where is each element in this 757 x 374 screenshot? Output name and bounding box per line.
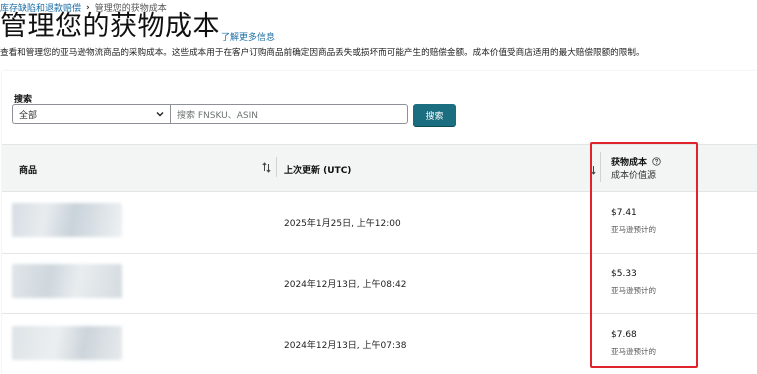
search-scope-select[interactable]: 全部 (12, 104, 170, 124)
highlight-box (590, 142, 698, 368)
page-title: 管理您的获物成本 (0, 11, 220, 42)
product-thumbnail[interactable] (12, 264, 122, 298)
product-thumbnail[interactable] (12, 326, 122, 360)
sort-icon[interactable] (262, 162, 271, 173)
search-button[interactable]: 搜索 (413, 104, 456, 126)
chevron-down-icon (156, 112, 164, 117)
column-header-product[interactable]: 商品 (19, 163, 37, 176)
row-last-updated: 2025年1月25日, 上午12:00 (284, 219, 401, 229)
search-input[interactable]: 搜索 FNSKU、ASIN (170, 104, 408, 124)
page-description: 查看和管理您的亚马逊物流商品的采购成本。这些成本用于在客户订购商品前确定因商品丢… (0, 48, 645, 58)
column-header-last-updated[interactable]: 上次更新 (UTC) (284, 163, 351, 176)
learn-more-link[interactable]: 了解更多信息 (221, 30, 275, 43)
search-placeholder: 搜索 FNSKU、ASIN (177, 110, 258, 121)
row-last-updated: 2024年12月13日, 上午07:38 (284, 341, 407, 351)
search-scope-value: 全部 (19, 110, 38, 121)
column-divider[interactable] (276, 157, 277, 177)
product-thumbnail[interactable] (12, 203, 122, 237)
row-last-updated: 2024年12月13日, 上午08:42 (284, 280, 407, 290)
